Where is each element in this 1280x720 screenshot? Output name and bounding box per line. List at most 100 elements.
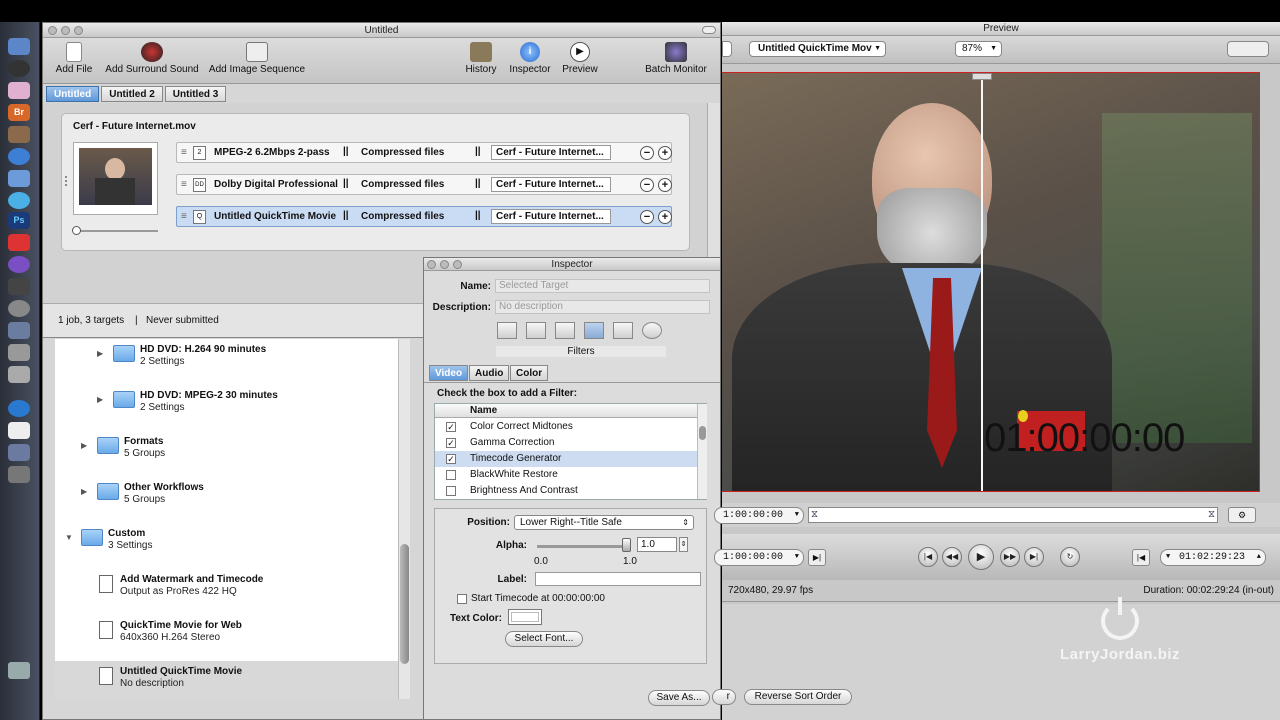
filter-row-selected[interactable]: ✓ Timecode Generator bbox=[435, 451, 697, 467]
split-line[interactable] bbox=[981, 73, 983, 491]
alpha-slider-knob[interactable] bbox=[622, 538, 631, 552]
target-row[interactable]: ≡ 2 MPEG-2 6.2Mbps 2-pass || Compressed … bbox=[176, 142, 672, 163]
tab-untitled-2[interactable]: Untitled 2 bbox=[101, 86, 163, 102]
zoom-button[interactable] bbox=[74, 26, 83, 35]
drag-handle-icon[interactable]: ≡ bbox=[181, 147, 187, 158]
disclosure-triangle-open-icon[interactable]: ▼ bbox=[65, 533, 73, 542]
out-timecode[interactable]: ▼ 01:02:29:23 ▲ bbox=[1160, 549, 1266, 566]
finder-icon[interactable] bbox=[8, 38, 30, 55]
remove-target-button[interactable]: − bbox=[640, 210, 654, 224]
filter-row[interactable]: ✓ Gamma Correction bbox=[435, 435, 697, 451]
list-item[interactable]: ▼ Custom 3 Settings bbox=[55, 523, 398, 569]
photos-icon[interactable] bbox=[8, 126, 30, 143]
tab-video[interactable]: Video bbox=[429, 365, 469, 381]
bridge-icon[interactable]: Br bbox=[8, 104, 30, 121]
itunes-icon[interactable] bbox=[8, 82, 30, 99]
source-menu[interactable]: Untitled QuickTime Mov ▼ bbox=[749, 41, 886, 57]
go-to-start-button[interactable]: |◀ bbox=[918, 547, 938, 567]
target-row-selected[interactable]: ≡ Q Untitled QuickTime Movie || Compress… bbox=[176, 206, 672, 227]
alpha-slider[interactable] bbox=[537, 545, 627, 548]
reverse-sort-order-button[interactable]: Reverse Sort Order bbox=[744, 689, 852, 705]
list-item[interactable]: Add Watermark and Timecode Output as Pro… bbox=[55, 569, 398, 615]
filters-pane-icon[interactable] bbox=[584, 322, 604, 339]
add-file-button[interactable]: Add File bbox=[53, 42, 95, 75]
filter-checkbox[interactable]: ✓ bbox=[446, 422, 456, 432]
clapper-icon[interactable] bbox=[8, 278, 30, 295]
add-target-button[interactable]: + bbox=[658, 146, 672, 160]
disclosure-triangle-icon[interactable]: ▶ bbox=[81, 487, 87, 496]
motion-icon[interactable] bbox=[8, 256, 30, 273]
disclosure-triangle-icon[interactable]: ▶ bbox=[97, 395, 103, 404]
rewind-button[interactable]: ◀◀ bbox=[942, 547, 962, 567]
in-timecode[interactable]: 1:00:00:00 ▼ bbox=[714, 507, 804, 524]
frame-controls-icon[interactable] bbox=[555, 322, 575, 339]
trash-icon[interactable] bbox=[8, 662, 30, 679]
add-surround-sound-button[interactable]: Add Surround Sound bbox=[102, 42, 202, 75]
close-button[interactable] bbox=[48, 26, 57, 35]
drag-handle-icon[interactable]: ≡ bbox=[181, 179, 187, 190]
alpha-value-field[interactable]: 1.0 bbox=[637, 537, 677, 552]
label-field[interactable] bbox=[535, 572, 701, 586]
add-image-sequence-button[interactable]: Add Image Sequence bbox=[207, 42, 307, 75]
split-handle[interactable] bbox=[972, 73, 992, 80]
remove-target-button[interactable]: − bbox=[640, 178, 654, 192]
geometry-pane-icon[interactable] bbox=[613, 322, 633, 339]
history-button[interactable]: History bbox=[461, 42, 501, 75]
filter-row[interactable]: Brightness And Contrast bbox=[435, 483, 697, 499]
filter-row[interactable]: BlackWhite Restore bbox=[435, 467, 697, 483]
position-select[interactable]: Lower Right--Title Safe ⇕ bbox=[514, 515, 694, 530]
close-button[interactable] bbox=[427, 260, 436, 269]
encoder-pane-icon[interactable] bbox=[526, 322, 546, 339]
filter-row[interactable]: ✓ Color Correct Midtones bbox=[435, 419, 697, 435]
list-item[interactable]: ▶ Formats 5 Groups bbox=[55, 431, 398, 477]
disclosure-triangle-icon[interactable]: ▶ bbox=[97, 349, 103, 358]
dvd-icon[interactable] bbox=[8, 300, 30, 317]
batch-monitor-button[interactable]: Batch Monitor bbox=[641, 42, 711, 75]
in-marker-icon[interactable]: ⧖ bbox=[811, 509, 818, 520]
job-panel[interactable]: Cerf - Future Internet.mov ≡ 2 MPEG-2 6.… bbox=[61, 113, 690, 251]
filter-checkbox[interactable]: ✓ bbox=[446, 438, 456, 448]
toolbar-toggle-button[interactable] bbox=[702, 26, 716, 34]
name-field[interactable]: Selected Target bbox=[495, 279, 710, 293]
zoom-button[interactable] bbox=[453, 260, 462, 269]
app-icon[interactable] bbox=[8, 466, 30, 483]
tab-untitled[interactable]: Untitled bbox=[46, 86, 100, 102]
loop-icon[interactable]: ↻ bbox=[1060, 547, 1080, 567]
safari-icon[interactable] bbox=[8, 148, 30, 165]
text-color-well[interactable] bbox=[508, 609, 542, 625]
drag-handle-icon[interactable]: ≡ bbox=[181, 211, 187, 222]
minimize-button[interactable] bbox=[440, 260, 449, 269]
marker-menu-button[interactable]: ⚙ bbox=[1228, 507, 1256, 523]
scrubber-knob[interactable] bbox=[72, 226, 81, 235]
itunes2-icon[interactable] bbox=[8, 400, 30, 417]
scrollbar-thumb[interactable] bbox=[400, 544, 409, 664]
alpha-stepper[interactable]: ⇕ bbox=[679, 537, 688, 552]
soundtrack-icon[interactable] bbox=[8, 366, 30, 383]
fast-forward-button[interactable]: ▶▶ bbox=[1000, 547, 1020, 567]
play-button[interactable]: ▶ bbox=[968, 544, 994, 570]
target-output-name[interactable]: Cerf - Future Internet... bbox=[491, 177, 611, 192]
remove-target-button[interactable]: − bbox=[640, 146, 654, 160]
thumbnail-scrubber[interactable] bbox=[74, 230, 158, 232]
drag-handle-icon[interactable] bbox=[65, 176, 69, 186]
minimize-button[interactable] bbox=[61, 26, 70, 35]
notes-icon[interactable] bbox=[8, 422, 30, 439]
tab-untitled-3[interactable]: Untitled 3 bbox=[164, 86, 227, 102]
go-to-end-button[interactable]: ▶| bbox=[1024, 547, 1044, 567]
add-target-button[interactable]: + bbox=[658, 178, 672, 192]
preview-icon[interactable] bbox=[8, 444, 30, 461]
split-view-buttons[interactable] bbox=[1227, 41, 1269, 57]
description-field[interactable]: No description bbox=[495, 300, 710, 314]
timeline-scrubber[interactable]: ⧖ ⧖ bbox=[808, 507, 1218, 523]
job-thumbnail[interactable] bbox=[73, 142, 158, 215]
settings-scrollbar[interactable] bbox=[398, 339, 410, 699]
target-row[interactable]: ≡ DD Dolby Digital Professional || Compr… bbox=[176, 174, 672, 195]
partial-button[interactable]: r bbox=[712, 689, 736, 705]
filter-checkbox[interactable] bbox=[446, 470, 456, 480]
go-to-out-button[interactable]: |◀ bbox=[1132, 549, 1150, 566]
column-header-name[interactable]: Name bbox=[470, 405, 497, 416]
dashboard-icon[interactable] bbox=[8, 60, 30, 77]
fcp-icon[interactable] bbox=[8, 322, 30, 339]
photoshop-icon[interactable]: Ps bbox=[8, 212, 30, 229]
add-target-button[interactable]: + bbox=[658, 210, 672, 224]
